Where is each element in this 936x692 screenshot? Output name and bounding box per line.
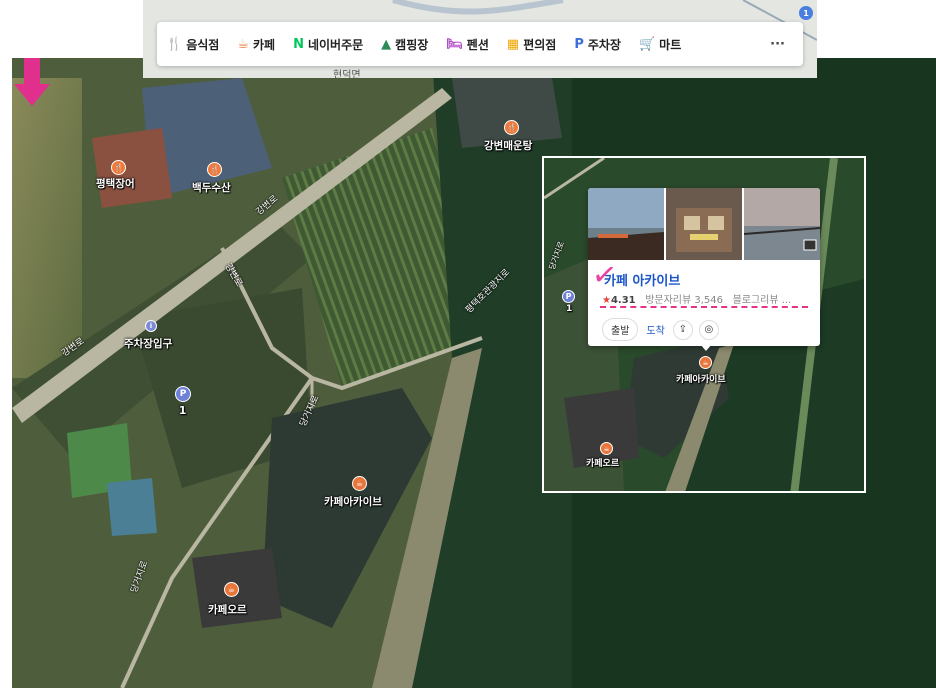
card-pointer	[700, 344, 712, 351]
category-store[interactable]: ▦ 편의점	[498, 22, 565, 66]
share-icon[interactable]: ⇪	[672, 319, 693, 340]
category-label: 마트	[659, 37, 682, 52]
coffee-cup-icon: ☕	[237, 36, 249, 52]
place-label-cafe-archive[interactable]: 카페아카이브	[676, 372, 726, 385]
blog-reviews[interactable]: 블로그리뷰 ...	[733, 295, 792, 306]
category-label: 편의점	[523, 37, 557, 52]
category-label: 카페	[252, 37, 276, 52]
cafe-pin-icon[interactable]: ☕	[699, 356, 712, 369]
category-label: 음식점	[186, 37, 220, 52]
category-fork-knife[interactable]: 🍴 음식점	[157, 22, 228, 66]
store-icon: ▦	[506, 36, 520, 52]
bed-icon: 🛏	[446, 36, 463, 52]
parking-number: 1	[179, 405, 187, 417]
restaurant-pin-icon[interactable]: 🍴	[111, 160, 126, 175]
zoom-inset-map[interactable]: P 1 ☕ 카페아카이브 ☕ 카페오르 당거지로 카페 아카이브 ★4.31 방…	[542, 156, 866, 493]
restaurant-pin-icon[interactable]: 🍴	[207, 162, 222, 177]
place-photo[interactable]	[744, 188, 820, 260]
pink-checkmark-icon: ✓	[589, 256, 620, 295]
place-label-pyeongtaek-eel[interactable]: 평택장어	[96, 176, 135, 191]
fork-knife-icon: 🍴	[166, 36, 183, 52]
category-label: 주차장	[587, 37, 621, 52]
place-label-cafe-oreu[interactable]: 카페오르	[586, 456, 619, 469]
place-label-cafe-oreu[interactable]: 카페오르	[208, 602, 247, 617]
restaurant-pin-icon[interactable]: 🍴	[504, 120, 519, 135]
place-photo[interactable]	[666, 188, 742, 260]
place-label-gangbyeon[interactable]: 강변매운탕	[484, 138, 532, 153]
place-label-parking-entrance[interactable]: 주차장입구	[124, 336, 172, 351]
place-stats: ★4.31 방문자리뷰 3,546 블로그리뷰 ...	[602, 291, 791, 306]
info-pin-icon[interactable]: i	[145, 320, 157, 332]
naver-n-icon: N	[293, 36, 304, 52]
location-pin-icon[interactable]: ◎	[698, 319, 719, 340]
star-icon: ★	[602, 295, 611, 306]
category-toolbar-area: 1 🍴 음식점 ☕ 카페 N 네이버주문 ▲ 캠핑장 🛏 펜션 ▦ 편의점 P 주차장 🛒 마트 ··· 현덕면	[143, 0, 817, 78]
parking-number: 1	[566, 304, 573, 314]
arrive-button[interactable]: 도착	[644, 319, 666, 340]
cafe-pin-icon[interactable]: ☕	[600, 442, 613, 455]
tent-icon: ▲	[381, 36, 392, 52]
parking-pin-icon[interactable]: P	[175, 386, 191, 402]
highlight-underline	[600, 306, 808, 308]
depart-button[interactable]: 출발	[602, 318, 639, 341]
category-tent[interactable]: ▲ 캠핑장	[372, 22, 437, 66]
place-label-cafe-archive[interactable]: 카페아카이브	[324, 494, 382, 509]
pink-arrow-down-icon	[14, 58, 50, 106]
category-bar: 🍴 음식점 ☕ 카페 N 네이버주문 ▲ 캠핑장 🛏 펜션 ▦ 편의점 P 주차장 🛒 마트 ···	[157, 22, 803, 66]
place-info-card[interactable]: 카페 아카이브 ★4.31 방문자리뷰 3,546 블로그리뷰 ... 출발 도…	[588, 188, 820, 346]
category-label: 네이버주문	[307, 37, 364, 52]
photo-strip[interactable]	[588, 188, 820, 260]
visitor-reviews[interactable]: 방문자리뷰 3,546	[645, 295, 723, 306]
place-label-baekdu[interactable]: 백두수산	[192, 180, 231, 195]
rating-value: 4.31	[610, 295, 636, 306]
area-label: 현덕면	[333, 70, 361, 78]
cafe-pin-icon[interactable]: ☕	[352, 476, 367, 491]
notification-badge: 1	[799, 6, 813, 20]
parking-pin-icon[interactable]: P	[562, 290, 575, 303]
category-coffee-cup[interactable]: ☕ 카페	[228, 22, 284, 66]
category-bed[interactable]: 🛏 펜션	[437, 22, 498, 66]
parking-icon: P	[574, 36, 584, 52]
more-categories-button[interactable]: ···	[752, 37, 803, 52]
category-cart[interactable]: 🛒 마트	[630, 22, 690, 66]
category-label: 펜션	[466, 37, 489, 52]
cart-icon: 🛒	[638, 36, 656, 52]
category-parking[interactable]: P 주차장	[565, 22, 630, 66]
category-label: 캠핑장	[395, 37, 429, 52]
category-naver-n[interactable]: N 네이버주문	[284, 22, 372, 66]
cafe-pin-icon[interactable]: ☕	[224, 582, 239, 597]
place-photo[interactable]	[588, 188, 664, 260]
